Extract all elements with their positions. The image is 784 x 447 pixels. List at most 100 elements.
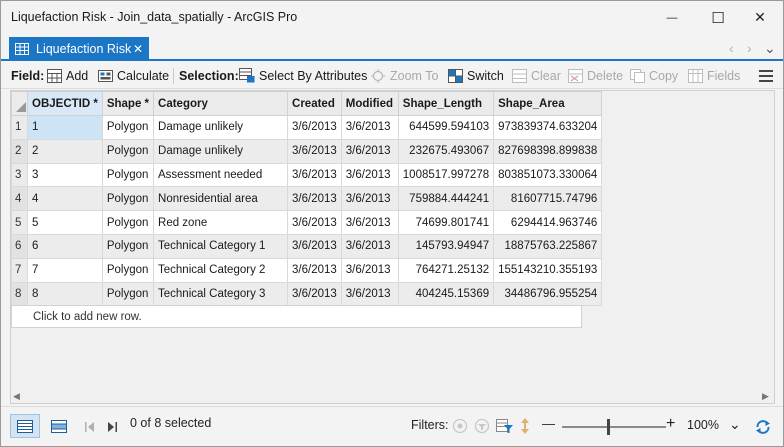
cell-shape[interactable]: Polygon bbox=[101, 281, 155, 307]
tab-liquefaction-risk[interactable]: Liquefaction Risk ✕ bbox=[9, 37, 149, 61]
cell-modified[interactable]: 3/6/2013 bbox=[340, 233, 399, 259]
row-header[interactable]: 1 bbox=[11, 115, 28, 140]
cell-shape-length[interactable]: 145793.94947 bbox=[397, 233, 495, 259]
column-header-category[interactable]: Category bbox=[153, 91, 289, 116]
cell-created[interactable]: 3/6/2013 bbox=[287, 257, 342, 283]
cell-shape-length[interactable]: 404245.15369 bbox=[397, 281, 495, 307]
cell-objectid[interactable]: 5 bbox=[27, 210, 103, 235]
row-header[interactable]: 8 bbox=[11, 281, 28, 307]
cell-shape-area[interactable]: 81607715.74796 bbox=[493, 186, 603, 212]
select-all-corner[interactable] bbox=[11, 91, 28, 116]
table-row[interactable]: 5 5 Polygon Red zone 3/6/2013 3/6/2013 7… bbox=[11, 210, 603, 235]
cell-shape-length[interactable]: 764271.25132 bbox=[397, 257, 495, 283]
refresh-button[interactable] bbox=[752, 416, 774, 438]
column-header-shape-length[interactable]: Shape_Length bbox=[397, 91, 495, 116]
zoom-to-button[interactable]: Zoom To bbox=[370, 67, 438, 84]
cell-modified[interactable]: 3/6/2013 bbox=[340, 210, 399, 235]
cell-shape[interactable]: Polygon bbox=[101, 115, 155, 140]
cell-shape-length[interactable]: 232675.493067 bbox=[397, 138, 495, 164]
cell-shape[interactable]: Polygon bbox=[101, 233, 155, 259]
table-row[interactable]: 6 6 Polygon Technical Category 1 3/6/201… bbox=[11, 233, 603, 259]
cell-modified[interactable]: 3/6/2013 bbox=[340, 138, 399, 164]
cell-created[interactable]: 3/6/2013 bbox=[287, 233, 342, 259]
close-tab-button[interactable]: ✕ bbox=[133, 42, 143, 56]
cell-objectid[interactable]: 8 bbox=[27, 281, 103, 307]
cell-category[interactable]: Damage unlikely bbox=[153, 115, 289, 140]
cell-shape-length[interactable]: 74699.801741 bbox=[397, 210, 495, 235]
add-new-row[interactable]: Click to add new row. bbox=[11, 305, 582, 328]
cell-created[interactable]: 3/6/2013 bbox=[287, 281, 342, 307]
cell-objectid[interactable]: 7 bbox=[27, 257, 103, 283]
table-row[interactable]: 1 1 Polygon Damage unlikely 3/6/2013 3/6… bbox=[11, 115, 603, 140]
cell-shape[interactable]: Polygon bbox=[101, 210, 155, 235]
cell-shape[interactable]: Polygon bbox=[101, 257, 155, 283]
cell-objectid[interactable]: 2 bbox=[27, 138, 103, 164]
chevron-right-icon[interactable]: › bbox=[747, 40, 752, 56]
cell-shape-length[interactable]: 644599.594103 bbox=[397, 115, 495, 140]
fields-view-button[interactable]: Fields bbox=[687, 67, 740, 84]
scroll-left-icon[interactable]: ◀ bbox=[13, 391, 20, 402]
show-all-records-button[interactable] bbox=[10, 414, 40, 438]
table-row[interactable]: 7 7 Polygon Technical Category 2 3/6/201… bbox=[11, 257, 603, 283]
zoom-level-dropdown[interactable]: ⌄ bbox=[729, 416, 741, 433]
cell-category[interactable]: Technical Category 3 bbox=[153, 281, 289, 307]
cell-objectid[interactable]: 4 bbox=[27, 186, 103, 212]
cell-created[interactable]: 3/6/2013 bbox=[287, 186, 342, 212]
cell-created[interactable]: 3/6/2013 bbox=[287, 210, 342, 235]
cell-shape-area[interactable]: 803851073.330064 bbox=[493, 162, 603, 188]
cell-created[interactable]: 3/6/2013 bbox=[287, 115, 342, 140]
extent-filter-button[interactable] bbox=[451, 416, 469, 436]
column-header-created[interactable]: Created bbox=[287, 91, 342, 116]
cell-category[interactable]: Nonresidential area bbox=[153, 186, 289, 212]
cell-shape[interactable]: Polygon bbox=[101, 162, 155, 188]
row-header[interactable]: 3 bbox=[11, 162, 28, 188]
table-row[interactable]: 4 4 Polygon Nonresidential area 3/6/2013… bbox=[11, 186, 603, 212]
cell-shape-area[interactable]: 155143210.355193 bbox=[493, 257, 603, 283]
last-record-button[interactable] bbox=[105, 419, 119, 435]
table-row[interactable]: 2 2 Polygon Damage unlikely 3/6/2013 3/6… bbox=[11, 138, 603, 164]
cell-shape-area[interactable]: 973839374.633204 bbox=[493, 115, 603, 140]
sort-button[interactable] bbox=[517, 416, 533, 436]
zoom-out-button[interactable]: — bbox=[542, 416, 555, 431]
zoom-slider-track[interactable] bbox=[562, 426, 666, 428]
cell-objectid[interactable]: 3 bbox=[27, 162, 103, 188]
cell-objectid[interactable]: 6 bbox=[27, 233, 103, 259]
close-window-button[interactable]: ✕ bbox=[737, 1, 783, 34]
column-header-shape[interactable]: Shape * bbox=[101, 91, 155, 116]
cell-shape[interactable]: Polygon bbox=[101, 138, 155, 164]
first-record-button[interactable] bbox=[83, 419, 97, 435]
cell-objectid[interactable]: 1 bbox=[27, 115, 103, 140]
table-row[interactable]: 3 3 Polygon Assessment needed 3/6/2013 3… bbox=[11, 162, 603, 188]
cell-modified[interactable]: 3/6/2013 bbox=[340, 115, 399, 140]
cell-shape-length[interactable]: 1008517.997278 bbox=[397, 162, 495, 188]
table-row[interactable]: 8 8 Polygon Technical Category 3 3/6/201… bbox=[11, 281, 603, 307]
row-header[interactable]: 6 bbox=[11, 233, 28, 259]
cell-category[interactable]: Damage unlikely bbox=[153, 138, 289, 164]
row-header[interactable]: 4 bbox=[11, 186, 28, 212]
show-selected-records-button[interactable] bbox=[44, 414, 74, 438]
row-header[interactable]: 7 bbox=[11, 257, 28, 283]
cell-created[interactable]: 3/6/2013 bbox=[287, 138, 342, 164]
zoom-slider-thumb[interactable] bbox=[607, 419, 610, 435]
cell-shape-area[interactable]: 34486796.955254 bbox=[493, 281, 603, 307]
options-menu-button[interactable] bbox=[759, 67, 773, 84]
zoom-level[interactable]: 100% bbox=[687, 418, 719, 432]
row-header[interactable]: 5 bbox=[11, 210, 28, 235]
cell-category[interactable]: Technical Category 1 bbox=[153, 233, 289, 259]
select-by-attributes-button[interactable]: Select By Attributes bbox=[239, 67, 367, 84]
selection-filter-button[interactable] bbox=[473, 416, 491, 436]
scroll-right-icon[interactable]: ▶ bbox=[762, 391, 769, 402]
delete-button[interactable]: Delete bbox=[567, 67, 623, 84]
maximize-button[interactable]: ☐ bbox=[695, 1, 741, 34]
add-field-button[interactable]: Add bbox=[46, 67, 88, 84]
column-header-objectid[interactable]: OBJECTID * bbox=[27, 91, 103, 116]
cell-shape-area[interactable]: 827698398.899838 bbox=[493, 138, 603, 164]
cell-category[interactable]: Assessment needed bbox=[153, 162, 289, 188]
cell-shape[interactable]: Polygon bbox=[101, 186, 155, 212]
cell-category[interactable]: Red zone bbox=[153, 210, 289, 235]
calculate-field-button[interactable]: Calculate bbox=[97, 67, 169, 84]
row-header[interactable]: 2 bbox=[11, 138, 28, 164]
chevron-down-icon[interactable]: ⌄ bbox=[764, 40, 776, 57]
definition-query-filter-button[interactable] bbox=[495, 416, 515, 436]
zoom-in-button[interactable]: + bbox=[666, 415, 675, 433]
